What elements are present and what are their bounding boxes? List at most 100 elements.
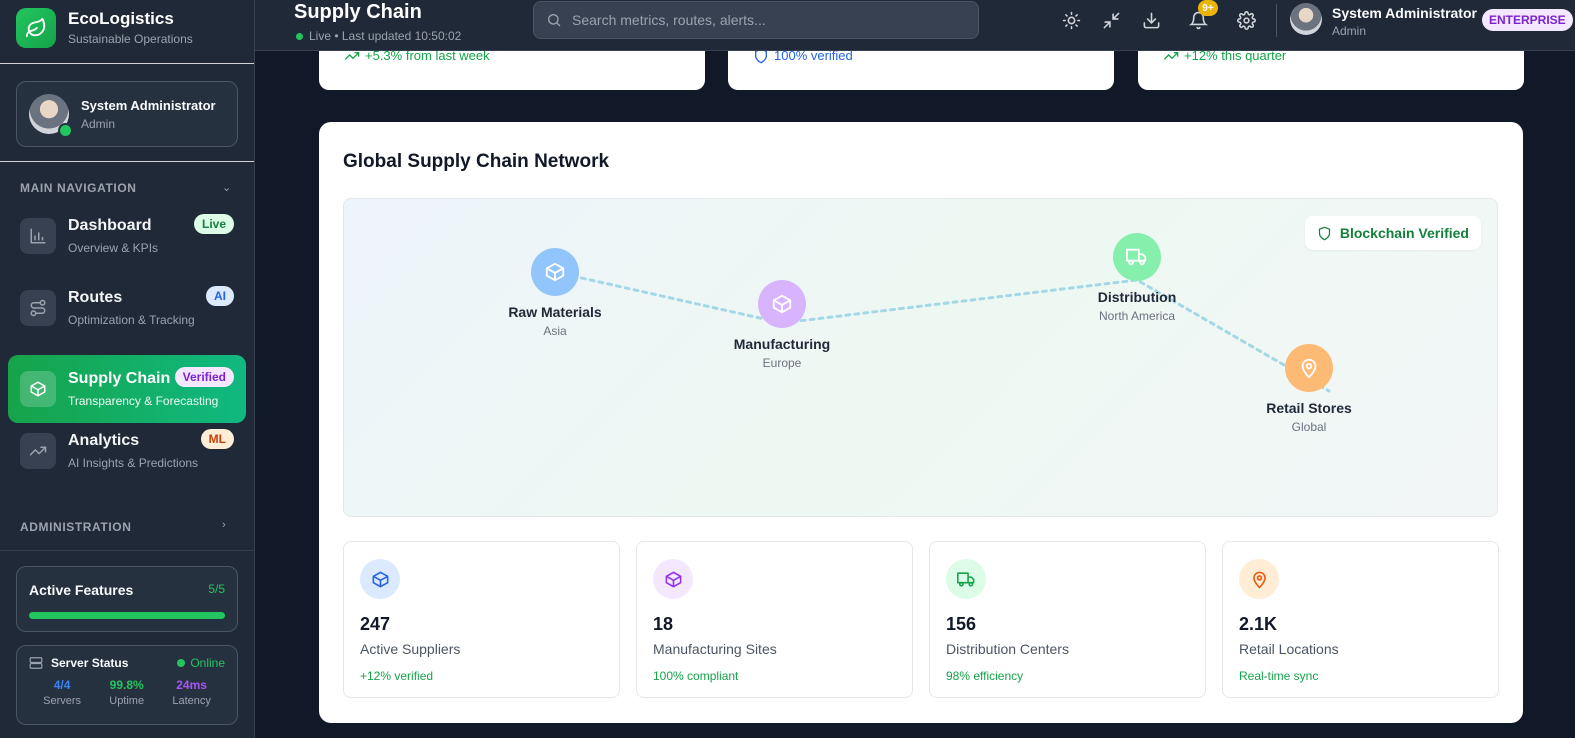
ai-badge: AI xyxy=(206,286,234,306)
stat-value: 247 xyxy=(360,614,391,634)
node-region: Europe xyxy=(762,356,802,370)
sidebar-item-dashboard[interactable]: Dashboard Overview & KPIs Live xyxy=(8,202,246,270)
server-stats: 4/4 Servers 99.8% Uptime 24ms Latency xyxy=(29,678,225,707)
box-icon xyxy=(360,559,400,599)
box-icon xyxy=(531,248,579,296)
stat-note: 100% compliant xyxy=(653,669,739,683)
stat-card-retail[interactable]: 2.1K Retail Locations Real-time sync xyxy=(1222,541,1499,698)
node-raw-materials[interactable]: Raw Materials Asia xyxy=(475,248,635,338)
chevron-right-icon[interactable]: › xyxy=(222,519,226,531)
features-count: 5/5 xyxy=(208,582,225,596)
plan-badge: ENTERPRISE xyxy=(1482,9,1573,31)
avatar[interactable] xyxy=(1290,3,1322,35)
stat-note: 98% efficiency xyxy=(946,669,1024,683)
section-main-navigation[interactable]: MAIN NAVIGATION xyxy=(20,181,137,195)
verified-badge: Verified xyxy=(174,367,234,387)
node-retail-stores[interactable]: Retail Stores Global xyxy=(1229,344,1389,434)
node-title: Manufacturing xyxy=(733,336,831,352)
sidebar-item-supply-chain[interactable]: Supply Chain Transparency & Forecasting … xyxy=(8,355,246,423)
search-input[interactable] xyxy=(572,12,952,28)
chevron-down-icon[interactable]: ⌄ xyxy=(222,181,231,194)
sun-icon[interactable] xyxy=(1059,8,1083,32)
live-badge: Live xyxy=(193,214,234,234)
stat-label: Distribution Centers xyxy=(946,641,1069,657)
sidebar-item-analytics[interactable]: Analytics AI Insights & Predictions ML xyxy=(8,417,246,485)
box-icon xyxy=(758,280,806,328)
box-icon xyxy=(653,559,693,599)
server-status-title: Server Status xyxy=(29,656,128,670)
stat-card-manufacturing[interactable]: 18 Manufacturing Sites 100% compliant xyxy=(636,541,913,698)
nav-subtitle: Transparency & Forecasting xyxy=(68,394,219,408)
stat-value: 18 xyxy=(653,614,674,634)
node-manufacturing[interactable]: Manufacturing Europe xyxy=(702,280,862,370)
header-user-name[interactable]: System Administrator xyxy=(1332,5,1477,21)
online-indicator xyxy=(58,123,73,138)
page-title: Supply Chain xyxy=(294,1,422,23)
server-stat: 4/4 Servers xyxy=(43,678,82,707)
nav-subtitle: Optimization & Tracking xyxy=(68,313,195,327)
node-title: Raw Materials xyxy=(508,304,602,320)
notification-badge: 9+ xyxy=(1198,0,1218,16)
user-role: Admin xyxy=(81,116,116,131)
section-administration[interactable]: ADMINISTRATION xyxy=(20,520,132,534)
brand-tagline: Sustainable Operations xyxy=(68,32,193,46)
header-user-role: Admin xyxy=(1332,24,1367,38)
sidebar-item-routes[interactable]: Routes Optimization & Tracking AI xyxy=(8,274,246,342)
user-card[interactable]: System Administrator Admin xyxy=(16,81,238,147)
truck-icon xyxy=(946,559,986,599)
route-icon xyxy=(20,290,56,326)
server-status-card: Server Status Online 4/4 Servers 99.8% Upt… xyxy=(16,645,238,725)
node-title: Retail Stores xyxy=(1266,400,1352,416)
node-region: Asia xyxy=(543,324,567,338)
live-indicator xyxy=(296,32,303,40)
box-icon xyxy=(20,371,56,407)
stat-note: +12% verified xyxy=(360,669,434,683)
features-title: Active Features xyxy=(29,582,134,598)
download-icon[interactable] xyxy=(1139,8,1163,32)
divider xyxy=(0,161,254,162)
server-stat: 24ms Latency xyxy=(172,678,211,707)
features-progress-bar xyxy=(29,612,225,619)
page-status: Live • Last updated 10:50:02 xyxy=(296,29,461,43)
brand[interactable]: EcoLogistics Sustainable Operations xyxy=(16,6,193,50)
minimize-icon[interactable] xyxy=(1099,8,1123,32)
node-title: Distribution xyxy=(1097,289,1177,305)
map-pin-icon xyxy=(1285,344,1333,392)
divider xyxy=(1276,4,1277,37)
nav-title: Dashboard xyxy=(68,217,152,234)
trending-up-icon xyxy=(20,433,56,469)
stat-value: 2.1K xyxy=(1239,614,1278,634)
server-online-status: Online xyxy=(177,656,225,670)
bar-chart-icon xyxy=(20,218,56,254)
stat-card-distribution[interactable]: 156 Distribution Centers 98% efficiency xyxy=(929,541,1206,698)
stat-label: Active Suppliers xyxy=(360,641,461,657)
network-map: Blockchain Verified Raw Materials Asia M… xyxy=(343,198,1498,517)
sidebar: EcoLogistics Sustainable Operations Syst… xyxy=(0,0,255,738)
node-region: North America xyxy=(1098,309,1176,323)
divider xyxy=(0,63,254,64)
supply-chain-network-panel: Global Supply Chain Network Blockchain V… xyxy=(319,122,1523,723)
node-distribution[interactable]: Distribution North America xyxy=(1057,233,1217,323)
stat-label: Manufacturing Sites xyxy=(653,641,777,657)
stat-label: Retail Locations xyxy=(1239,641,1339,657)
active-features-card: Active Features 5/5 xyxy=(16,566,238,632)
user-name: System Administrator xyxy=(81,97,216,113)
leaf-logo-icon xyxy=(16,8,56,48)
top-header: Supply Chain Live • Last updated 10:50:0… xyxy=(255,0,1575,51)
shield-icon xyxy=(1318,226,1330,240)
nav-subtitle: AI Insights & Predictions xyxy=(68,456,199,470)
nav-title: Analytics xyxy=(68,432,140,449)
blockchain-verified-badge: Blockchain Verified xyxy=(1304,216,1481,250)
brand-name: EcoLogistics xyxy=(68,9,174,28)
stat-card-suppliers[interactable]: 247 Active Suppliers +12% verified xyxy=(343,541,620,698)
server-icon xyxy=(29,657,43,669)
search-icon xyxy=(548,14,561,27)
notifications-button[interactable]: 9+ xyxy=(1186,0,1218,32)
avatar xyxy=(29,94,73,138)
settings-icon[interactable] xyxy=(1234,8,1258,32)
ml-badge: ML xyxy=(200,429,234,449)
stat-note: Real-time sync xyxy=(1239,669,1319,683)
nav-title: Routes xyxy=(68,289,123,306)
search-box[interactable] xyxy=(533,1,979,39)
server-stat: 99.8% Uptime xyxy=(109,678,145,707)
